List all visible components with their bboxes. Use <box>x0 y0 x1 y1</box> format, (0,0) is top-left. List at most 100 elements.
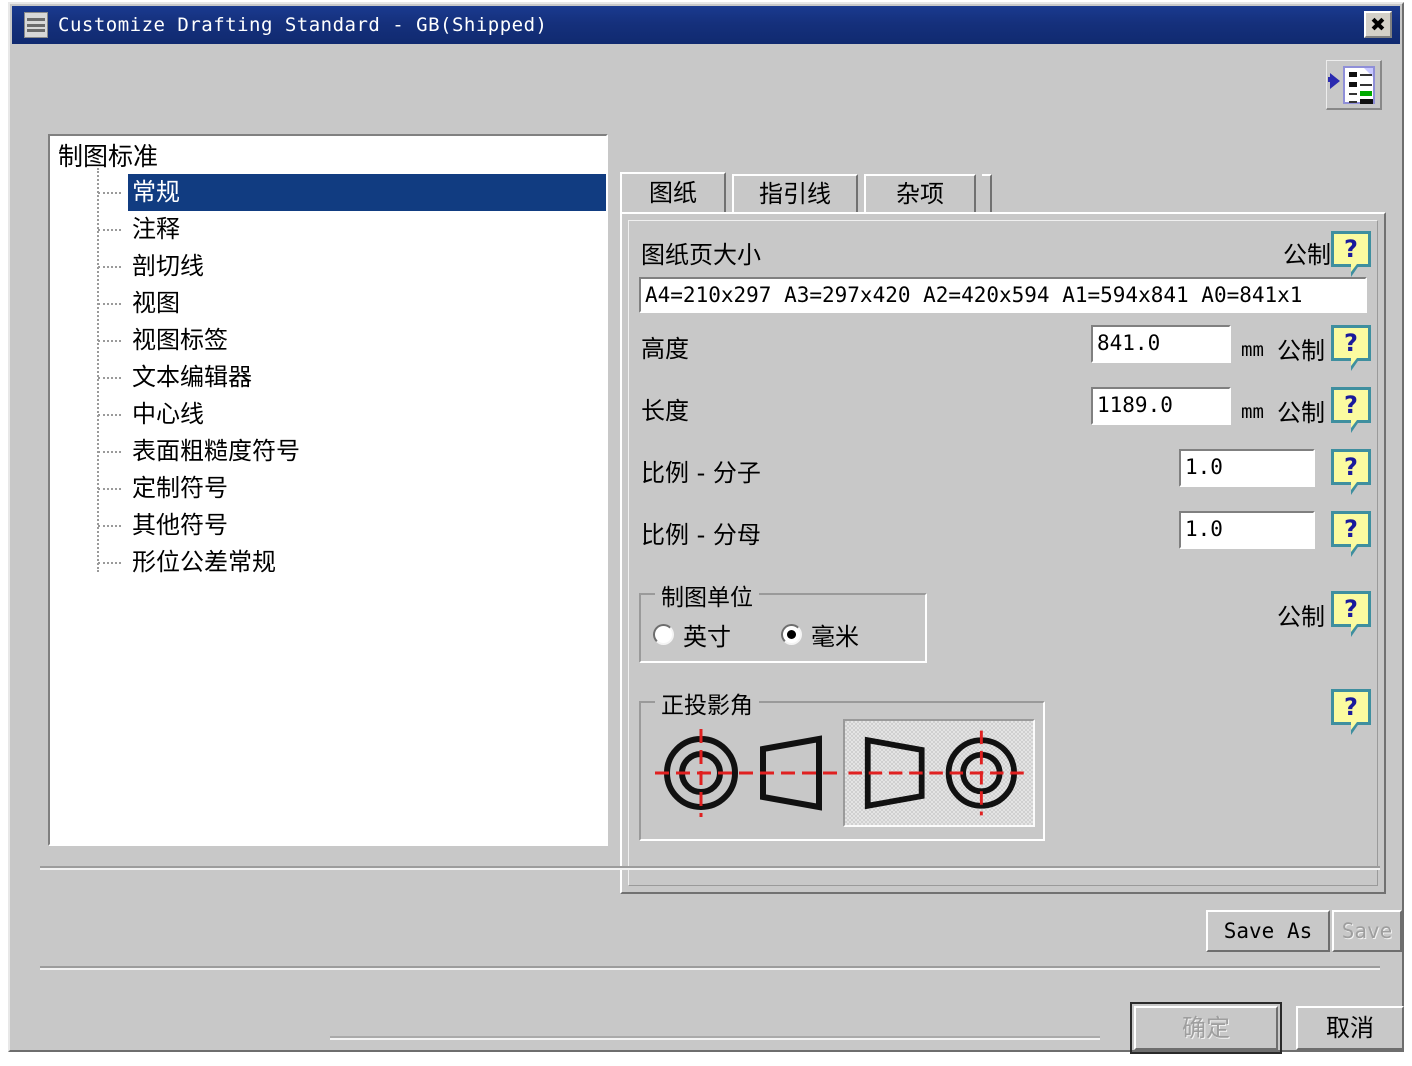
tab-strip-filler <box>982 174 992 212</box>
radio-inch-indicator <box>653 624 674 645</box>
third-angle-projection-icon <box>848 730 1030 816</box>
tree-connector <box>98 562 121 564</box>
tree-item-section-line[interactable]: 剖切线 <box>94 248 606 285</box>
help-icon-drafting-units[interactable]: ? <box>1331 591 1371 637</box>
tree-item-label: 文本编辑器 <box>132 363 252 391</box>
cancel-button[interactable]: 取消 <box>1296 1006 1404 1050</box>
page-properties-icon[interactable] <box>1326 60 1382 110</box>
height-input[interactable]: 841.0 <box>1091 325 1231 363</box>
paper-size-input[interactable]: A4=210x297 A3=297x420 A2=420x594 A1=594x… <box>639 277 1367 313</box>
tab-leader-line[interactable]: 指引线 <box>732 174 858 212</box>
height-label: 高度 <box>641 335 689 363</box>
page-mark-2 <box>1349 82 1357 87</box>
footer-separator-bottom <box>40 966 1380 970</box>
radio-selected-dot <box>787 630 796 639</box>
arrow-tail <box>1328 77 1334 82</box>
tree-item-annotation[interactable]: 注释 <box>94 211 606 248</box>
help-tail-inner <box>1351 722 1357 730</box>
tree-connector <box>98 451 121 453</box>
help-tail-inner <box>1351 264 1357 272</box>
tree-connector <box>98 377 121 379</box>
footer-separator-top <box>40 866 1380 870</box>
tree-item-surface-roughness[interactable]: 表面粗糙度符号 <box>94 433 606 470</box>
help-icon-scale-denominator[interactable]: ? <box>1331 511 1371 557</box>
help-icon-projection-angle[interactable]: ? <box>1331 689 1371 735</box>
radio-millimeter-indicator <box>781 624 802 645</box>
length-input[interactable]: 1189.0 <box>1091 387 1231 425</box>
tab-panel-inner: 图纸页大小 公制 ? A4=210x297 A3=297x420 A2=420x… <box>628 220 1378 886</box>
page-line-3 <box>1349 93 1357 95</box>
tree-item-label: 其他符号 <box>132 511 228 539</box>
radio-millimeter[interactable]: 毫米 <box>781 617 859 652</box>
drafting-units-unit-system: 公制 <box>1277 603 1325 631</box>
tab-strip: 图纸 指引线 杂项 <box>620 172 1386 212</box>
tree-item-label: 中心线 <box>132 400 204 428</box>
tree-connector <box>98 488 121 490</box>
help-glyph: ? <box>1331 449 1371 485</box>
help-icon-paper-size[interactable]: ? <box>1331 231 1371 277</box>
help-tail-inner <box>1351 358 1357 366</box>
tree-item-label: 剖切线 <box>132 252 204 280</box>
tab-panel-sheet: 图纸页大小 公制 ? A4=210x297 A3=297x420 A2=420x… <box>620 212 1386 894</box>
scale-numerator-input[interactable]: 1.0 <box>1179 449 1315 487</box>
scale-numerator-label: 比例 - 分子 <box>641 459 761 487</box>
page-mark-1 <box>1349 72 1357 77</box>
third-angle-projection-option[interactable] <box>843 719 1035 827</box>
tree-item-custom-symbol[interactable]: 定制符号 <box>94 470 606 507</box>
tree-item-view-label[interactable]: 视图标签 <box>94 322 606 359</box>
help-tail-inner <box>1351 624 1357 632</box>
help-tail-inner <box>1351 420 1357 428</box>
tree-connector <box>98 229 121 231</box>
drafting-units-group-title: 制图单位 <box>655 578 759 612</box>
tree-connector <box>98 525 121 527</box>
first-angle-projection-option[interactable] <box>649 719 841 827</box>
radio-inch-label: 英寸 <box>683 623 731 651</box>
radio-millimeter-label: 毫米 <box>811 623 859 651</box>
paper-size-label: 图纸页大小 <box>641 241 761 269</box>
save-button: Save <box>1332 910 1402 952</box>
tree-item-label: 定制符号 <box>132 474 228 502</box>
tree-connector <box>98 340 121 342</box>
tree-item-centerline[interactable]: 中心线 <box>94 396 606 433</box>
help-icon-length[interactable]: ? <box>1331 387 1371 433</box>
help-glyph: ? <box>1331 231 1371 267</box>
page-green-1 <box>1360 91 1372 96</box>
tree-item-label: 表面粗糙度符号 <box>132 437 300 465</box>
length-label: 长度 <box>641 397 689 425</box>
help-icon-height[interactable]: ? <box>1331 325 1371 371</box>
tree-connector <box>98 192 121 194</box>
tree-item-gdt-general[interactable]: 形位公差常规 <box>94 544 606 581</box>
tree-item-general[interactable]: 常规 <box>94 174 606 211</box>
window-bottom-lip <box>330 1036 1100 1040</box>
scale-denominator-input[interactable]: 1.0 <box>1179 511 1315 549</box>
page-line-2 <box>1360 84 1372 86</box>
dialog-window: Customize Drafting Standard - GB(Shipped… <box>8 2 1404 1054</box>
tree-children: 常规 注释 剖切线 视图 视图标签 文本编辑器 中心线 表面粗糙度符号 定制符号… <box>94 168 606 581</box>
projection-angle-group-title: 正投影角 <box>655 686 759 720</box>
help-tail-inner <box>1351 544 1357 552</box>
client-area: 制图标准 常规 注释 剖切线 视图 视图标签 文本编辑器 中心线 表面粗糙度符号… <box>12 44 1404 1054</box>
length-unit: mm <box>1241 401 1264 423</box>
tab-misc[interactable]: 杂项 <box>864 174 976 212</box>
radio-inch[interactable]: 英寸 <box>653 617 731 652</box>
drafting-standard-tree[interactable]: 制图标准 常规 注释 剖切线 视图 视图标签 文本编辑器 中心线 表面粗糙度符号… <box>48 134 608 846</box>
tree-item-label: 注释 <box>132 215 180 243</box>
page-line-4 <box>1349 101 1357 103</box>
tab-sheet[interactable]: 图纸 <box>620 172 726 212</box>
close-icon[interactable]: ✖ <box>1364 11 1392 38</box>
save-as-button[interactable]: Save As <box>1206 910 1330 952</box>
tree-item-view[interactable]: 视图 <box>94 285 606 322</box>
page-glyph <box>1343 66 1375 104</box>
page-mark-3 <box>1360 99 1373 104</box>
projection-angle-group: 正投影角 <box>639 686 1045 841</box>
help-glyph: ? <box>1331 511 1371 547</box>
tree-item-text-editor[interactable]: 文本编辑器 <box>94 359 606 396</box>
tree-root-label: 制图标准 <box>58 142 159 171</box>
help-icon-scale-numerator[interactable]: ? <box>1331 449 1371 495</box>
help-glyph: ? <box>1331 387 1371 423</box>
scale-denominator-label: 比例 - 分母 <box>641 521 761 549</box>
tree-item-other-symbol[interactable]: 其他符号 <box>94 507 606 544</box>
tree-item-label: 形位公差常规 <box>132 548 276 576</box>
help-tail-inner <box>1351 482 1357 490</box>
tree-connector <box>98 266 121 268</box>
